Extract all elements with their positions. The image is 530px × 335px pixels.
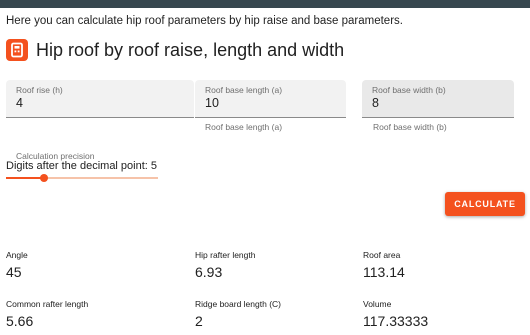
common-rafter-label: Common rafter length bbox=[6, 299, 89, 309]
roof-rise-input[interactable] bbox=[16, 96, 156, 110]
angle-value: 45 bbox=[6, 264, 22, 280]
title-row: Hip roof by roof raise, length and width bbox=[6, 38, 344, 62]
slider-track bbox=[6, 177, 44, 179]
angle-label: Angle bbox=[6, 250, 28, 260]
calculator-logo-icon bbox=[6, 39, 28, 61]
volume-value: 117.33333 bbox=[363, 313, 429, 329]
volume-label: Volume bbox=[363, 299, 392, 309]
result-hip-rafter: Hip rafter length 6.93 bbox=[195, 250, 255, 280]
intro-text: Here you can calculate hip roof paramete… bbox=[6, 15, 403, 27]
roof-rise-label: Roof rise (h) bbox=[16, 85, 63, 95]
roof-base-width-input[interactable] bbox=[372, 96, 512, 110]
result-angle: Angle 45 bbox=[6, 250, 28, 280]
roof-area-label: Roof area bbox=[363, 250, 401, 260]
common-rafter-value: 5.66 bbox=[6, 313, 34, 329]
roof-area-value: 113.14 bbox=[363, 264, 405, 280]
hip-rafter-label: Hip rafter length bbox=[195, 250, 256, 260]
roof-base-length-label: Roof base length (a) bbox=[205, 85, 283, 95]
roof-base-width-hint: Roof base width (b) bbox=[373, 122, 447, 132]
result-roof-area: Roof area 113.14 bbox=[363, 250, 405, 280]
result-common-rafter: Common rafter length 5.66 bbox=[6, 299, 88, 329]
slider-thumb[interactable] bbox=[40, 174, 48, 182]
precision-value-text: Digits after the decimal point: 5 bbox=[6, 160, 158, 172]
ridge-board-label: Ridge board length (C) bbox=[195, 299, 281, 309]
roof-rise-field[interactable]: Roof rise (h) bbox=[6, 80, 194, 118]
top-bar bbox=[0, 0, 530, 8]
precision-slider[interactable] bbox=[6, 172, 158, 184]
roof-base-length-hint: Roof base length (a) bbox=[205, 122, 283, 132]
ridge-board-value: 2 bbox=[195, 313, 203, 329]
hip-rafter-value: 6.93 bbox=[195, 264, 223, 280]
roof-base-length-input[interactable] bbox=[205, 96, 345, 110]
result-ridge-board: Ridge board length (C) 2 bbox=[195, 299, 281, 329]
roof-base-width-label: Roof base width (b) bbox=[372, 85, 446, 95]
page-title: Hip roof by roof raise, length and width bbox=[36, 39, 345, 60]
result-volume: Volume 117.33333 bbox=[363, 299, 428, 329]
roof-base-width-field[interactable]: Roof base width (b) bbox=[362, 80, 514, 118]
calculate-button[interactable]: CALCULATE bbox=[445, 192, 525, 216]
roof-base-length-field[interactable]: Roof base length (a) bbox=[195, 80, 346, 118]
